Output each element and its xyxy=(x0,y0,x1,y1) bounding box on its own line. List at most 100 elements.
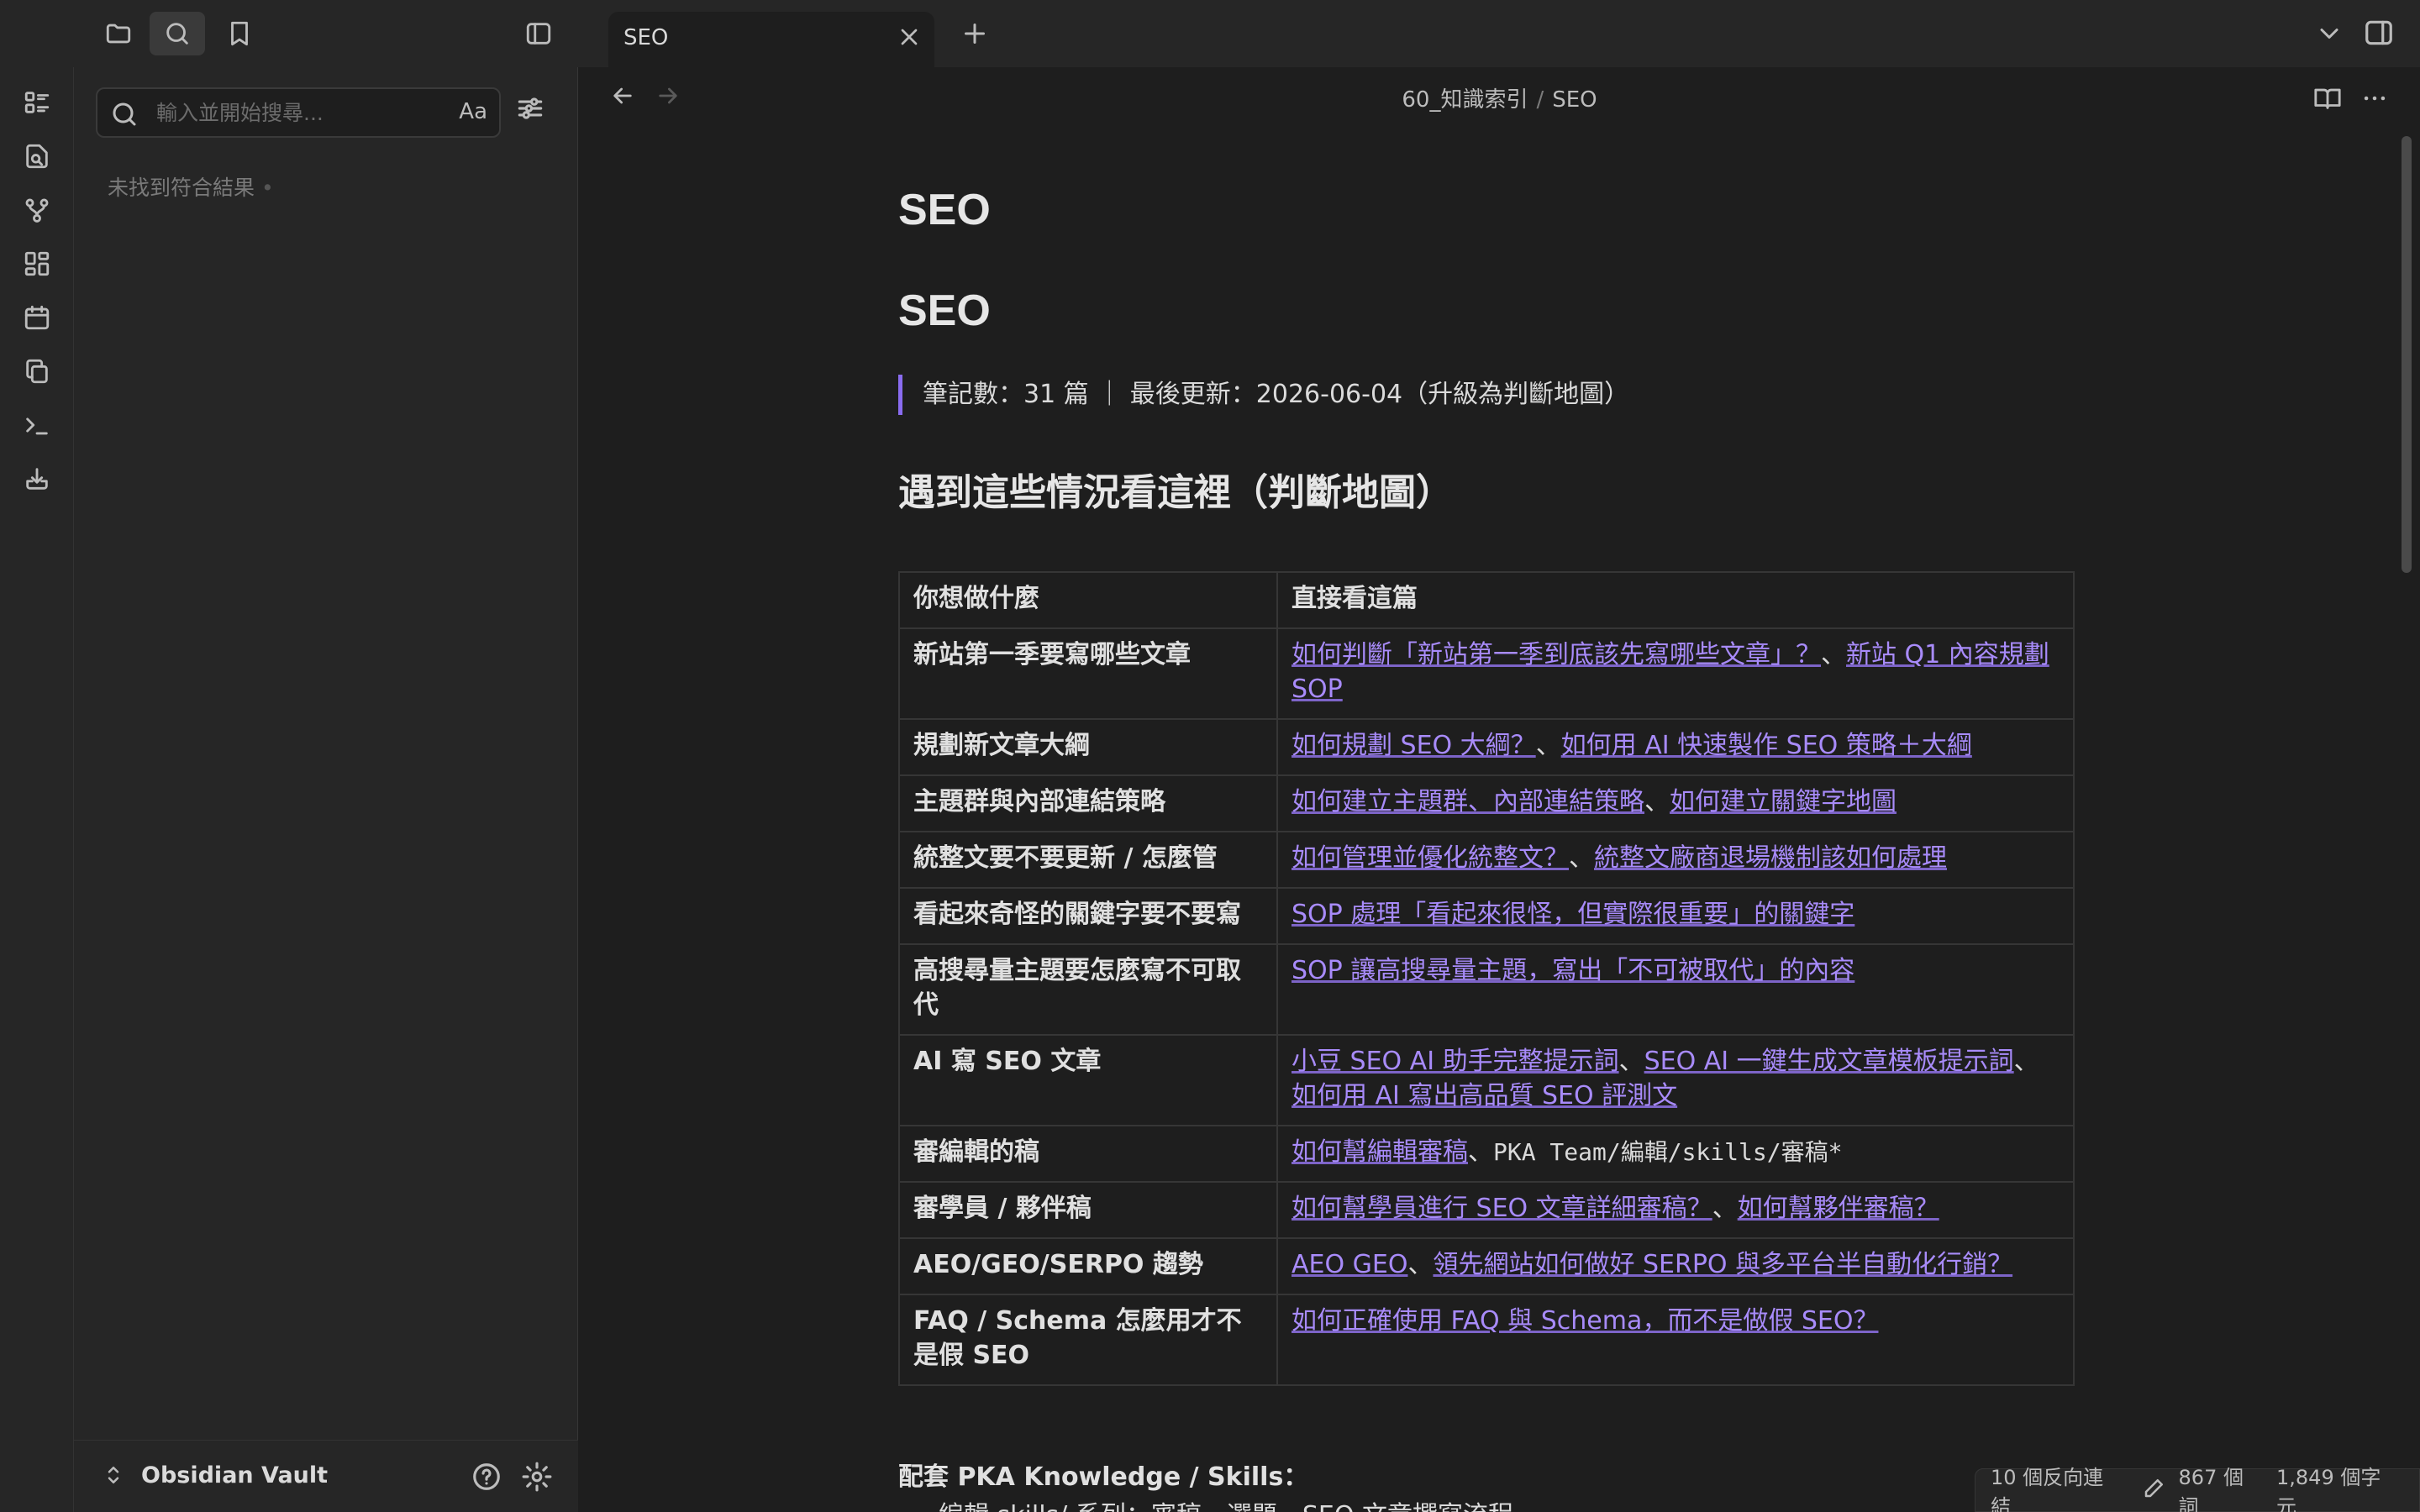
internal-link[interactable]: 如何建立關鍵字地圖 xyxy=(1670,787,1897,816)
separator-text: 、 xyxy=(1821,640,1846,669)
table-cell-task: 看起來奇怪的關鍵字要不要寫 xyxy=(898,887,1278,945)
inline-title[interactable]: SEO xyxy=(898,185,2075,235)
sidebar-toggle-icon[interactable] xyxy=(511,12,566,55)
help-icon[interactable] xyxy=(471,1461,502,1496)
dashboard-icon[interactable] xyxy=(18,245,55,282)
match-case-button[interactable]: Aa xyxy=(459,99,487,124)
table-cell-links: AEO GEO、領先網站如何做好 SERPO 與多平台半自動化行銷？ xyxy=(1276,1237,2075,1295)
internal-link[interactable]: 如何管理並優化統整文？ xyxy=(1292,843,1569,873)
internal-link[interactable]: 如何規劃 SEO 大綱？ xyxy=(1292,731,1536,760)
close-icon[interactable] xyxy=(896,24,923,54)
table-cell-links: 如何規劃 SEO 大綱？、如何用 AI 快速製作 SEO 策略＋大綱 xyxy=(1276,718,2075,776)
table-header-row: 你想做什麼 直接看這篇 xyxy=(898,571,2075,629)
table-row: FAQ / Schema 怎麼用才不是假 SEO 如何正確使用 FAQ 與 Sch… xyxy=(898,1294,2075,1386)
gear-icon[interactable] xyxy=(521,1461,553,1496)
terminal-icon[interactable] xyxy=(18,407,55,444)
breadcrumb-file[interactable]: SEO xyxy=(1552,87,1597,113)
sidebar-tab-header xyxy=(74,0,578,67)
breadcrumb: 60_知識索引 / SEO xyxy=(579,82,2420,113)
chevron-updown-icon xyxy=(101,1462,126,1491)
search-input[interactable] xyxy=(156,101,434,125)
separator-text: 、 xyxy=(1644,787,1670,816)
internal-link[interactable]: 如何判斷「新站第一季到底該先寫哪些文章」？ xyxy=(1292,640,1821,669)
table-cell-task: 審學員 / 夥伴稿 xyxy=(898,1181,1278,1239)
search-panel: Aa 未找到符合結果 • Obsidian Vault xyxy=(74,67,578,1512)
vault-switcher[interactable]: Obsidian Vault xyxy=(74,1440,578,1512)
table-cell-task: 新站第一季要寫哪些文章 xyxy=(898,627,1278,720)
table-row: AI 寫 SEO 文章 小豆 SEO AI 助手完整提示詞 、SEO AI 一鍵生成… xyxy=(898,1034,2075,1126)
table-cell-links: SOP 處理「看起來很怪，但實際很重要」的關鍵字 xyxy=(1276,887,2075,945)
search-icon xyxy=(109,99,139,133)
table-header: 你想做什麼 xyxy=(898,571,1278,629)
table-row: 看起來奇怪的關鍵字要不要寫 SOP 處理「看起來很怪，但實際很重要」的關鍵字 xyxy=(898,887,2075,945)
copy-icon[interactable] xyxy=(18,353,55,390)
heading-2: 遇到這些情況看這裡（判斷地圖） xyxy=(898,471,1453,514)
no-results-text: 未找到符合結果 • xyxy=(108,176,274,200)
chevron-down-icon[interactable] xyxy=(2314,18,2344,52)
table-cell-task: AEO/GEO/SERPO 趨勢 xyxy=(898,1237,1278,1295)
new-tab-icon[interactable] xyxy=(960,18,990,52)
search-icon[interactable] xyxy=(150,12,205,55)
table-cell-task: 規劃新文章大綱 xyxy=(898,718,1278,776)
bookmark-icon[interactable] xyxy=(212,12,267,55)
internal-link[interactable]: 如何幫編輯審稿 xyxy=(1292,1137,1468,1167)
separator-text: 、 xyxy=(1535,731,1561,760)
internal-link[interactable]: 領先網站如何做好 SERPO 與多平台半自動化行銷？ xyxy=(1433,1250,2012,1279)
internal-link[interactable]: SEO AI 一鍵生成文章模板提示詞 xyxy=(1644,1047,2014,1076)
internal-link[interactable]: AEO GEO xyxy=(1292,1250,1407,1279)
table-row: 審學員 / 夥伴稿 如何幫學員進行 SEO 文章詳細審稿？、如何幫夥伴審稿？ xyxy=(898,1181,2075,1239)
table-row: 審編輯的稿 如何幫編輯審稿、PKA Team/編輯/skills/審稿* xyxy=(898,1125,2075,1183)
sidebar-list-icon[interactable] xyxy=(18,84,55,121)
table-cell-links: SOP 讓高搜尋量主題，寫出「不可被取代」的內容 xyxy=(1276,943,2075,1036)
internal-link[interactable]: 如何正確使用 FAQ 與 Schema，而不是做假 SEO？ xyxy=(1292,1306,1878,1336)
table-row: 規劃新文章大綱 如何規劃 SEO 大綱？、如何用 AI 快速製作 SEO 策略＋大… xyxy=(898,718,2075,776)
right-sidebar-toggle-icon[interactable] xyxy=(2363,17,2395,52)
ribbon-top xyxy=(0,0,74,67)
internal-link[interactable]: 如何幫學員進行 SEO 文章詳細審稿？ xyxy=(1292,1194,1712,1223)
folder-icon[interactable] xyxy=(91,12,146,55)
more-options-icon[interactable] xyxy=(2360,84,2389,116)
backlinks-count[interactable]: 10 個反向連結 xyxy=(1991,1461,2120,1512)
internal-link[interactable]: 如何建立主題群、內部連結策略 xyxy=(1292,787,1644,816)
table-row: 統整文要不要更新 / 怎麼管 如何管理並優化統整文？、統整文廠商退場機制該如何處理 xyxy=(898,831,2075,889)
tab-bar: SEO xyxy=(578,0,2420,67)
table-cell-links: 如何建立主題群、內部連結策略、如何建立關鍵字地圖 xyxy=(1276,774,2075,832)
import-icon[interactable] xyxy=(18,460,55,497)
table-cell-task: AI 寫 SEO 文章 xyxy=(898,1034,1278,1126)
ribbon xyxy=(0,67,74,1512)
git-graph-icon[interactable] xyxy=(18,192,55,228)
calendar-icon[interactable] xyxy=(18,299,55,336)
internal-link[interactable]: 統整文廠商退場機制該如何處理 xyxy=(1594,843,1947,873)
separator-text: 、 xyxy=(2013,1047,2039,1076)
table-cell-task: 審編輯的稿 xyxy=(898,1125,1278,1183)
separator-text: 、 xyxy=(1569,843,1594,873)
internal-link[interactable]: SOP 處理「看起來很怪，但實際很重要」的關鍵字 xyxy=(1292,900,1854,929)
table-cell-task: 統整文要不要更新 / 怎麼管 xyxy=(898,831,1278,889)
internal-link[interactable]: 如何用 AI 寫出高品質 SEO 評測文 xyxy=(1292,1081,1677,1110)
internal-link[interactable]: 如何用 AI 快速製作 SEO 策略＋大綱 xyxy=(1561,731,1972,760)
list-item: 編輯 skills/ 系列：審稿、選題、SEO 文章撰寫流程 xyxy=(898,1497,2075,1512)
table-cell-links: 如何判斷「新站第一季到底該先寫哪些文章」？、新站 Q1 內容規劃 SOP xyxy=(1276,627,2075,720)
table-body: 新站第一季要寫哪些文章 如何判斷「新站第一季到底該先寫哪些文章」？、新站 Q1 內… xyxy=(898,627,2075,1386)
table-cell-links: 如何管理並優化統整文？、統整文廠商退場機制該如何處理 xyxy=(1276,831,2075,889)
search-settings-icon[interactable] xyxy=(514,92,546,128)
scrollbar[interactable] xyxy=(2402,136,2412,573)
internal-link[interactable]: 如何幫夥伴審稿？ xyxy=(1738,1194,1939,1223)
table-cell-links: 如何幫編輯審稿、PKA Team/編輯/skills/審稿* xyxy=(1276,1125,2075,1183)
edit-icon[interactable] xyxy=(2142,1475,2167,1505)
file-search-icon[interactable] xyxy=(18,138,55,175)
table-cell-task: 高搜尋量主題要怎麼寫不可取代 xyxy=(898,943,1278,1036)
table-row: 主題群與內部連結策略 如何建立主題群、內部連結策略、如何建立關鍵字地圖 xyxy=(898,774,2075,832)
editor-view: 60_知識索引 / SEO SEO SEO 筆記數：31 篇 ｜ 最後更新：2026… xyxy=(579,67,2420,1512)
table-cell-links: 小豆 SEO AI 助手完整提示詞、SEO AI 一鍵生成文章模板提示詞、如何用… xyxy=(1276,1034,2075,1126)
table-cell-task: 主題群與內部連結策略 xyxy=(898,774,1278,832)
tab-title: SEO xyxy=(623,25,669,50)
reading-view-icon[interactable] xyxy=(2313,84,2342,116)
note-content: SEO SEO 筆記數：31 篇 ｜ 最後更新：2026-06-04（升級為判斷… xyxy=(898,185,2075,1512)
tab-seo[interactable]: SEO xyxy=(608,12,934,67)
view-header: 60_知識索引 / SEO xyxy=(579,67,2420,128)
internal-link[interactable]: 小豆 SEO AI 助手完整提示詞 xyxy=(1292,1047,1619,1076)
internal-link[interactable]: SOP 讓高搜尋量主題，寫出「不可被取代」的內容 xyxy=(1292,956,1854,985)
breadcrumb-folder[interactable]: 60_知識索引 xyxy=(1402,87,1528,113)
table-header: 直接看這篇 xyxy=(1276,571,2075,629)
